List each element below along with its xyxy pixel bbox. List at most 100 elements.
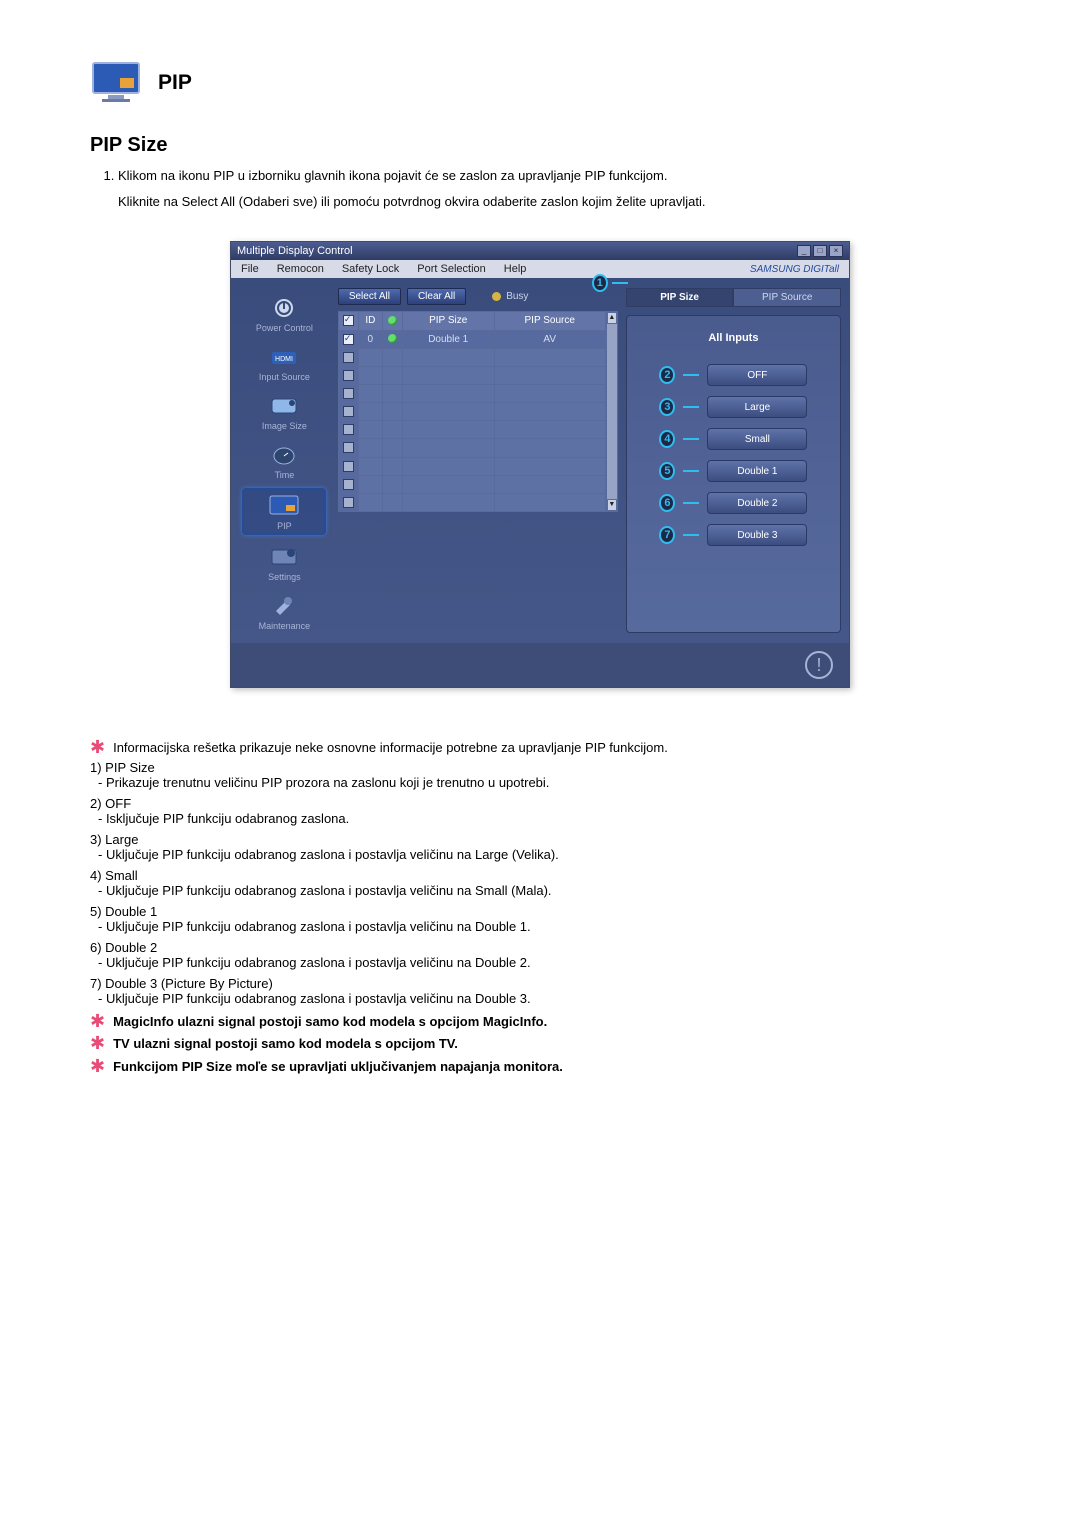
callout-5: 5 xyxy=(659,462,675,480)
info-icon: ! xyxy=(805,651,833,679)
callout-4: 4 xyxy=(659,430,675,448)
item-desc: - Uključuje PIP funkciju odabranog zaslo… xyxy=(90,919,531,934)
callout-3: 3 xyxy=(659,398,675,416)
menu-remocon[interactable]: Remocon xyxy=(277,263,324,275)
status-lamp-icon xyxy=(388,316,397,325)
row-checkbox[interactable] xyxy=(343,334,354,345)
item-label: 6) Double 2 xyxy=(90,940,990,955)
item-desc: - Uključuje PIP funkciju odabranog zaslo… xyxy=(90,847,559,862)
row-checkbox[interactable] xyxy=(343,370,354,381)
item-label: 1) PIP Size xyxy=(90,760,990,775)
sidebar-item-maintenance[interactable]: Maintenance xyxy=(242,590,326,633)
col-pip-size: PIP Size xyxy=(402,312,494,330)
intro-list: Klikom na ikonu PIP u izborniku glavnih … xyxy=(90,167,990,185)
tab-pip-size[interactable]: PIP Size xyxy=(626,288,734,307)
item-label: 3) Large xyxy=(90,832,990,847)
option-double3[interactable]: Double 3 xyxy=(707,524,807,546)
star-icon: ✱ xyxy=(90,1034,105,1052)
panel-subtitle: All Inputs xyxy=(708,332,758,344)
star-icon: ✱ xyxy=(90,738,105,756)
menu-safety-lock[interactable]: Safety Lock xyxy=(342,263,399,275)
callout-1: 1 xyxy=(592,274,608,292)
star-icon: ✱ xyxy=(90,1057,105,1075)
scroll-down-icon[interactable]: ▼ xyxy=(607,499,617,511)
sidebar-item-settings[interactable]: Settings xyxy=(242,541,326,584)
scroll-up-icon[interactable]: ▲ xyxy=(607,312,617,324)
item-label: 4) Small xyxy=(90,868,990,883)
minimize-button[interactable]: _ xyxy=(797,245,811,257)
col-pip-source: PIP Source xyxy=(494,312,605,330)
row-checkbox[interactable] xyxy=(343,352,354,363)
item-label: 2) OFF xyxy=(90,796,990,811)
menu-file[interactable]: File xyxy=(241,263,259,275)
busy-label: Busy xyxy=(506,291,528,302)
status-lamp-icon xyxy=(388,334,397,343)
numbered-item: 7) Double 3 (Picture By Picture)- Uključ… xyxy=(90,976,990,1006)
menu-port-selection[interactable]: Port Selection xyxy=(417,263,485,275)
clear-all-button[interactable]: Clear All xyxy=(407,288,466,305)
sidebar-item-pip[interactable]: PIP xyxy=(242,488,326,535)
row-checkbox[interactable] xyxy=(343,497,354,508)
sidebar-item-time[interactable]: Time xyxy=(242,439,326,482)
option-off[interactable]: OFF xyxy=(707,364,807,386)
cell-source: AV xyxy=(494,330,605,348)
sidebar-label: Image Size xyxy=(262,421,307,431)
tab-pip-source[interactable]: PIP Source xyxy=(733,288,841,307)
sidebar-item-power[interactable]: Power Control xyxy=(242,292,326,335)
info-text: Informacijska rešetka prikazuje neke osn… xyxy=(113,738,668,758)
sidebar-label: Power Control xyxy=(256,323,313,333)
intro-subtext: Kliknite na Select All (Odaberi sve) ili… xyxy=(90,193,990,211)
brand-label: SAMSUNG DIGITall xyxy=(750,264,839,275)
item-desc: - Prikazuje trenutnu veličinu PIP prozor… xyxy=(90,775,549,790)
col-id: ID xyxy=(358,312,382,330)
power-icon xyxy=(266,295,302,321)
header-checkbox[interactable] xyxy=(343,315,354,326)
table-row[interactable]: 0 Double 1 AV xyxy=(338,330,605,348)
busy-dot-icon xyxy=(492,292,501,301)
option-large[interactable]: Large xyxy=(707,396,807,418)
row-checkbox[interactable] xyxy=(343,406,354,417)
title-bar: Multiple Display Control _ □ × xyxy=(231,242,849,260)
item-desc: - Isključuje PIP funkciju odabranog zasl… xyxy=(90,811,349,826)
menu-bar: File Remocon Safety Lock Port Selection … xyxy=(231,260,849,278)
option-double1[interactable]: Double 1 xyxy=(707,460,807,482)
row-checkbox[interactable] xyxy=(343,461,354,472)
pip-icon xyxy=(266,493,302,519)
bold-note-1: ✱ MagicInfo ulazni signal postoji samo k… xyxy=(90,1012,990,1032)
options-panel: All Inputs 2OFF 3Large 4Small 5Double 1 … xyxy=(626,315,841,633)
callout-2: 2 xyxy=(659,366,675,384)
sidebar-label: Input Source xyxy=(259,372,310,382)
sidebar-item-image-size[interactable]: Image Size xyxy=(242,390,326,433)
row-checkbox[interactable] xyxy=(343,424,354,435)
monitor-pip-icon xyxy=(90,60,144,106)
svg-text:HDMI: HDMI xyxy=(275,356,293,363)
info-note: ✱ Informacijska rešetka prikazuje neke o… xyxy=(90,738,990,758)
select-all-button[interactable]: Select All xyxy=(338,288,401,305)
window-title: Multiple Display Control xyxy=(237,245,353,257)
row-checkbox[interactable] xyxy=(343,442,354,453)
option-small[interactable]: Small xyxy=(707,428,807,450)
grid-scrollbar[interactable]: ▲ ▼ xyxy=(606,311,618,512)
busy-status: Busy xyxy=(492,291,528,302)
close-button[interactable]: × xyxy=(829,245,843,257)
maximize-button[interactable]: □ xyxy=(813,245,827,257)
note-text: Funkcijom PIP Size moľe se upravljati uk… xyxy=(113,1057,563,1077)
row-checkbox[interactable] xyxy=(343,479,354,490)
option-double2[interactable]: Double 2 xyxy=(707,492,807,514)
sidebar-label: Settings xyxy=(268,572,301,582)
page-title: PIP xyxy=(158,71,192,95)
item-desc: - Uključuje PIP funkciju odabranog zaslo… xyxy=(90,955,531,970)
note-text: TV ulazni signal postoji samo kod modela… xyxy=(113,1034,458,1054)
sidebar-item-input[interactable]: HDMI Input Source xyxy=(242,341,326,384)
callout-7: 7 xyxy=(659,526,675,544)
section-title: PIP Size xyxy=(90,134,990,157)
sidebar-label: Maintenance xyxy=(259,621,311,631)
row-checkbox[interactable] xyxy=(343,388,354,399)
input-icon: HDMI xyxy=(266,344,302,370)
bold-note-2: ✱ TV ulazni signal postoji samo kod mode… xyxy=(90,1034,990,1054)
item-label: 5) Double 1 xyxy=(90,904,990,919)
app-footer: ! xyxy=(231,643,849,687)
numbered-item: 6) Double 2- Uključuje PIP funkciju odab… xyxy=(90,940,990,970)
image-size-icon xyxy=(266,393,302,419)
menu-help[interactable]: Help xyxy=(504,263,527,275)
